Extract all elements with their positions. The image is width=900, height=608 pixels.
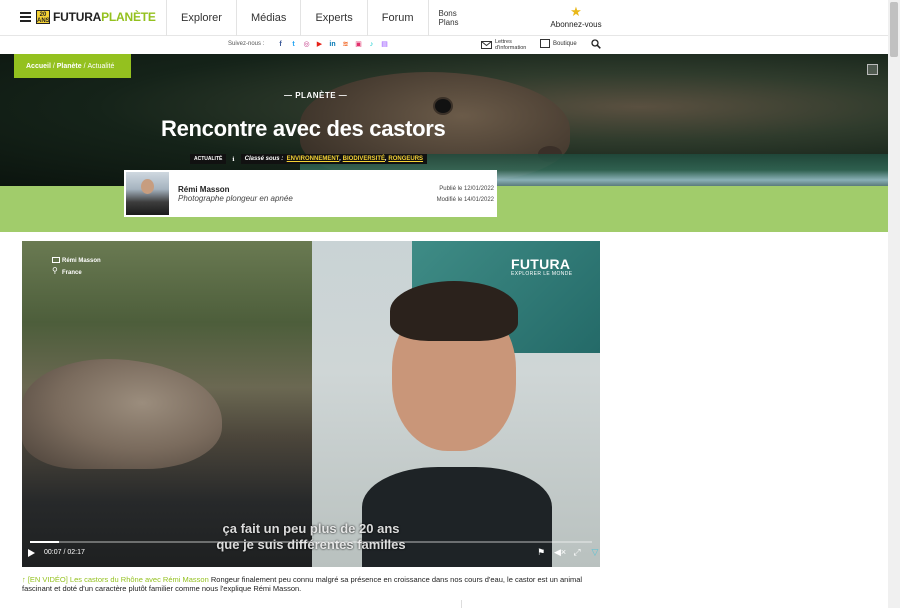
breadcrumb: Accueil / Planète / Actualité xyxy=(14,54,131,78)
breadcrumb-home[interactable]: Accueil xyxy=(26,63,51,70)
nav-medias[interactable]: Médias xyxy=(235,0,300,36)
page-title: Rencontre avec des castors xyxy=(161,116,446,141)
twitch-icon[interactable]: ▤ xyxy=(380,40,389,49)
info-icon: ℹ xyxy=(232,156,235,163)
search-icon[interactable] xyxy=(591,39,601,49)
menu-icon[interactable] xyxy=(20,12,31,22)
top-navbar: 20 ANS FUTURAPLANÈTE Explorer Médias Exp… xyxy=(0,0,888,36)
article-tags: ACTUALITÉ ℹ Classé sous : ENVIRONNEMENT,… xyxy=(190,154,428,164)
breadcrumb-section[interactable]: Planète xyxy=(57,63,82,70)
logo-part2: PLANÈTE xyxy=(101,10,156,24)
video-caption: ↑ [EN VIDÉO] Les castors du Rhône avec R… xyxy=(22,575,598,593)
author-name[interactable]: Rémi Masson xyxy=(178,185,230,194)
newsletter-link[interactable]: Lettres d'information xyxy=(481,39,531,51)
watermark-title: FUTURA xyxy=(511,256,571,272)
watermark-subtitle: EXPLORER LE MONDE xyxy=(511,271,573,277)
author-card: Rémi Masson Photographe plongeur en apné… xyxy=(124,170,497,217)
site-logo[interactable]: 20 ANS FUTURAPLANÈTE xyxy=(36,9,156,25)
avatar[interactable] xyxy=(126,172,169,215)
video-progress-bar[interactable] xyxy=(30,541,592,543)
nav-bons-plans[interactable]: Bons Plans xyxy=(427,0,474,36)
fullscreen-icon[interactable]: ⤢ xyxy=(572,547,582,557)
newsletter-label: Lettres d'information xyxy=(495,39,527,51)
caption-link[interactable]: [EN VIDÉO] Les castors du Rhône avec Rém… xyxy=(28,575,209,584)
follow-label: Suivez-nous : xyxy=(228,41,265,47)
classified-label: Classé sous : xyxy=(244,156,284,162)
rss-icon[interactable]: ≋ xyxy=(341,40,350,49)
video-player[interactable]: Rémi Masson ⚲ France FUTURA EXPLORER LE … xyxy=(22,241,600,567)
subscribe-label: Abonnez-vous xyxy=(550,20,602,29)
subtitle-line-1: ça fait un peu plus de 20 ans xyxy=(222,521,400,536)
instagram-icon[interactable]: ◎ xyxy=(302,40,311,49)
article-type-badge: ACTUALITÉ xyxy=(190,154,227,164)
linkedin-icon[interactable]: in xyxy=(328,40,337,49)
author-role: Photographe plongeur en apnée xyxy=(178,194,293,203)
hero-image-eye xyxy=(435,99,451,113)
published-date: Publié le 12/01/2022 xyxy=(439,186,494,192)
player-logo-icon[interactable]: ▽ xyxy=(590,547,600,557)
subscribe-button[interactable]: ★ Abonnez-vous xyxy=(546,5,606,29)
keyword-environnement[interactable]: ENVIRONNEMENT xyxy=(287,156,340,162)
vertical-scrollbar[interactable] xyxy=(888,0,900,608)
breadcrumb-current: Actualité xyxy=(87,62,115,70)
gift-icon xyxy=(540,39,550,48)
mail-icon xyxy=(481,41,492,49)
social-bar: Suivez-nous : f t ◎ ▶ in ≋ ▣ ♪ ▤ Lettres… xyxy=(0,36,888,54)
logo-badge: 20 ANS xyxy=(36,10,50,24)
video-watermark: FUTURA EXPLORER LE MONDE xyxy=(511,257,573,277)
facebook-icon[interactable]: f xyxy=(276,40,285,49)
youtube-icon[interactable]: ▶ xyxy=(315,40,324,49)
nav-forum[interactable]: Forum xyxy=(366,0,428,36)
nav-explorer[interactable]: Explorer xyxy=(166,0,236,36)
caption-arrow-icon: ↑ xyxy=(22,575,26,584)
flag-icon[interactable]: ⚑ xyxy=(536,547,546,557)
keyword-biodiversite[interactable]: BIODIVERSITÉ xyxy=(343,156,385,162)
article-hero: Accueil / Planète / Actualité — PLANÈTE … xyxy=(0,54,888,186)
video-controls: 00:07 / 02:17 ⚑ ◀× ⤢ ▽ xyxy=(22,539,600,567)
modified-date: Modifié le 14/01/2022 xyxy=(436,197,494,203)
video-credit-country: France xyxy=(62,270,82,276)
location-pin-icon: ⚲ xyxy=(52,266,58,275)
scrollbar-thumb[interactable] xyxy=(890,2,898,57)
flipboard-icon[interactable]: ▣ xyxy=(354,40,363,49)
logo-part1: FUTURA xyxy=(53,10,102,24)
keyword-rongeurs[interactable]: RONGEURS xyxy=(388,156,423,162)
article-kicker: — PLANÈTE — xyxy=(284,91,348,100)
divider xyxy=(461,600,462,608)
shop-label: Boutique xyxy=(553,40,577,47)
star-icon: ★ xyxy=(570,4,582,19)
classified-under: Classé sous : ENVIRONNEMENT, BIODIVERSIT… xyxy=(240,154,428,164)
main-nav: Explorer Médias Experts Forum Bons Plans xyxy=(166,0,474,36)
mute-icon[interactable]: ◀× xyxy=(554,547,566,557)
video-credit-name: Rémi Masson xyxy=(62,258,101,264)
shop-link[interactable]: Boutique xyxy=(540,39,577,48)
tiktok-icon[interactable]: ♪ xyxy=(367,40,376,49)
video-time: 00:07 / 02:17 xyxy=(44,549,85,556)
publication-dates: Publié le 12/01/2022 Modifié le 14/01/20… xyxy=(414,184,494,206)
twitter-icon[interactable]: t xyxy=(289,40,298,49)
play-icon[interactable] xyxy=(28,549,35,557)
nav-experts[interactable]: Experts xyxy=(300,0,366,36)
social-links: f t ◎ ▶ in ≋ ▣ ♪ ▤ xyxy=(276,40,389,49)
camera-icon xyxy=(52,257,60,263)
expand-icon[interactable] xyxy=(867,64,878,75)
